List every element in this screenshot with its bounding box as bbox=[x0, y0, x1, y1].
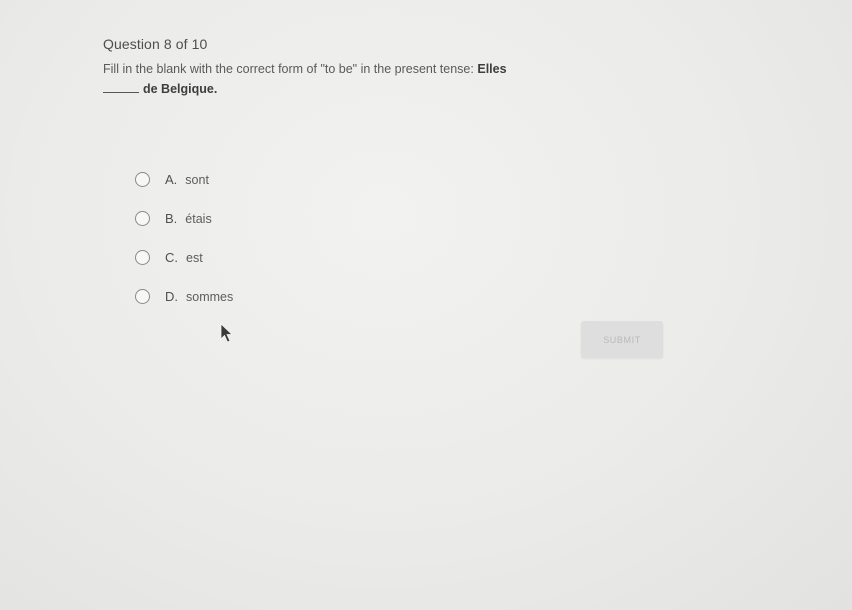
option-text: sont bbox=[185, 172, 209, 187]
question-prompt: Fill in the blank with the correct form … bbox=[103, 62, 474, 76]
sentence-end: de Belgique. bbox=[143, 82, 218, 96]
option-b[interactable]: B. étais bbox=[135, 199, 233, 238]
radio-button-icon[interactable] bbox=[135, 250, 150, 265]
option-text: sommes bbox=[186, 289, 234, 304]
submit-button[interactable]: SUBMIT bbox=[581, 321, 663, 358]
option-text: est bbox=[186, 250, 203, 265]
answer-blank bbox=[103, 80, 139, 93]
radio-button-icon[interactable] bbox=[135, 172, 150, 187]
sentence-start: Elles bbox=[477, 62, 507, 76]
answer-options: A. sont B. étais C. est D. sommes bbox=[135, 160, 233, 316]
question-text: Fill in the blank with the correct form … bbox=[103, 59, 663, 99]
question-counter: Question 8 of 10 bbox=[103, 36, 208, 52]
radio-button-icon[interactable] bbox=[135, 289, 150, 304]
quiz-panel: Question 8 of 10 Fill in the blank with … bbox=[0, 0, 852, 610]
radio-button-icon[interactable] bbox=[135, 211, 150, 226]
option-c[interactable]: C. est bbox=[135, 238, 233, 277]
option-a[interactable]: A. sont bbox=[135, 160, 233, 199]
option-text: étais bbox=[185, 211, 212, 226]
option-letter: A. bbox=[165, 172, 178, 187]
option-d[interactable]: D. sommes bbox=[135, 277, 233, 316]
option-letter: D. bbox=[165, 289, 178, 304]
option-letter: B. bbox=[165, 211, 178, 226]
option-letter: C. bbox=[165, 250, 178, 265]
mouse-cursor-icon bbox=[220, 323, 233, 343]
